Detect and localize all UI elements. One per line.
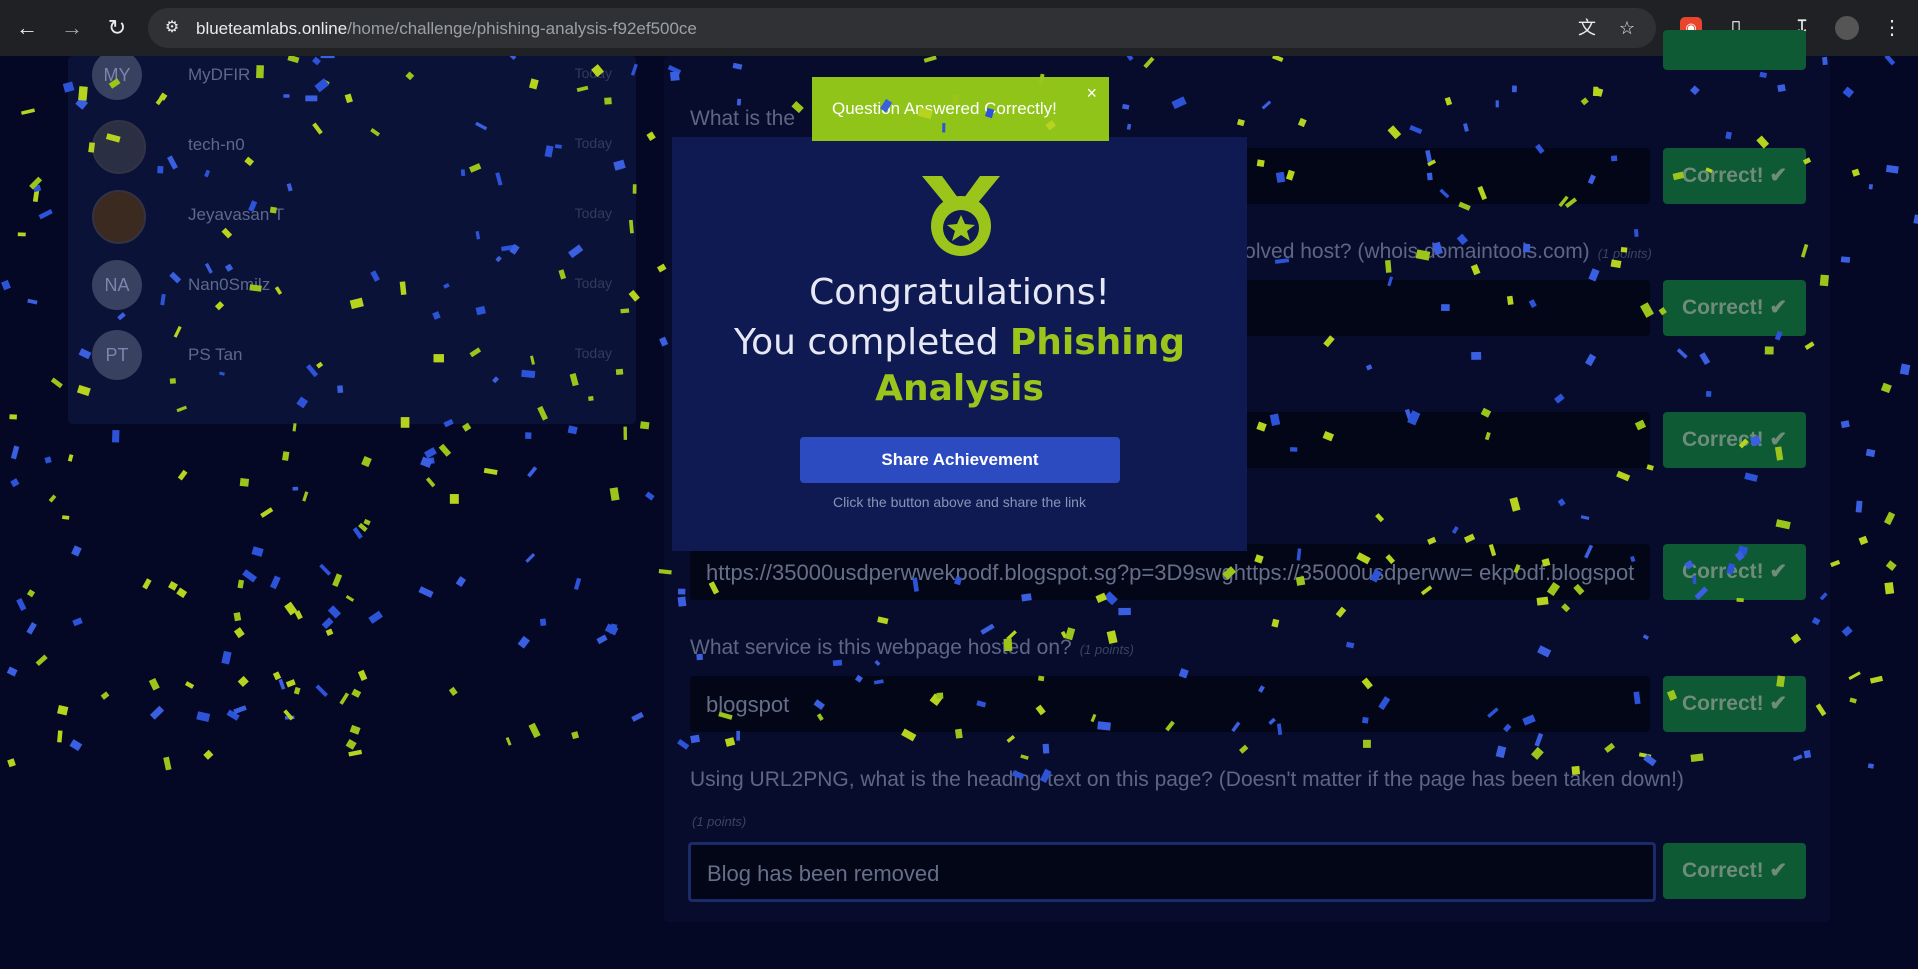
challenge-name: Phishing bbox=[1009, 322, 1186, 363]
avatar: MY bbox=[92, 56, 142, 100]
question-label: What service is this webpage hosted on? (… bbox=[690, 636, 1134, 660]
url-text: blueteamlabs.online/home/challenge/phish… bbox=[196, 19, 697, 39]
avatar: PT bbox=[92, 330, 142, 380]
question-points: (1 points) bbox=[1079, 642, 1134, 657]
correct-label: Correct! bbox=[1681, 428, 1764, 451]
correct-label: Correct! bbox=[1681, 560, 1764, 583]
correct-label: Correct! bbox=[1681, 296, 1764, 319]
answer-field[interactable]: blogspot bbox=[690, 676, 1650, 732]
question-text: What service is this webpage hosted on? bbox=[690, 636, 1072, 659]
leaderboard-row[interactable]: PT PS Tan Today bbox=[92, 330, 612, 380]
completion-date: Today bbox=[574, 65, 612, 81]
user-name: MyDFIR bbox=[188, 65, 251, 84]
leaderboard-row[interactable]: Jeyavasan T Today bbox=[92, 190, 612, 244]
challenge-name-cont: Analysis bbox=[875, 368, 1044, 409]
correct-button[interactable]: Correct! ✔ bbox=[1663, 148, 1806, 204]
question-text: Using URL2PNG, what is the heading text … bbox=[690, 768, 1684, 791]
question-points-line: (1 points) bbox=[692, 808, 746, 832]
profile-avatar[interactable] bbox=[1835, 16, 1859, 40]
completion-prefix: You completed bbox=[733, 322, 999, 363]
url-path: /home/challenge/phishing-analysis-f92ef5… bbox=[347, 19, 697, 38]
question-text: esolved host? (whois.domaintools.com) bbox=[1222, 240, 1590, 263]
correct-button[interactable]: Correct! ✔ bbox=[1663, 676, 1806, 732]
correct-label: Correct! bbox=[1681, 164, 1764, 187]
url-host: blueteamlabs.online bbox=[196, 19, 348, 38]
menu-kebab-icon[interactable]: ⋮ bbox=[1878, 14, 1906, 42]
site-info-icon[interactable]: ⚙ bbox=[162, 18, 182, 38]
question-label: esolved host? (whois.domaintools.com) (1 … bbox=[1222, 240, 1652, 264]
avatar bbox=[92, 120, 146, 174]
leaderboard-row[interactable]: NA Nan0Smilz Today bbox=[92, 260, 612, 310]
answer-value: blogspot bbox=[706, 692, 790, 717]
back-icon[interactable]: ← bbox=[13, 14, 41, 42]
question-label: Using URL2PNG, what is the heading text … bbox=[690, 768, 1684, 792]
question-text: What is the bbox=[690, 107, 796, 130]
completion-date: Today bbox=[574, 275, 612, 291]
address-bar[interactable]: ⚙ blueteamlabs.online/home/challenge/phi… bbox=[148, 8, 1656, 48]
question-label: What is the bbox=[690, 107, 795, 131]
toast-message: Question Answered Correctly! bbox=[832, 99, 1057, 118]
browser-toolbar: ← → ↻ ⚙ blueteamlabs.online/home/challen… bbox=[0, 0, 1918, 56]
bookmark-star-icon[interactable]: ☆ bbox=[1616, 17, 1638, 39]
answer-value: Blog has been removed bbox=[707, 861, 940, 886]
share-hint: Click the button above and share the lin… bbox=[833, 494, 1086, 510]
reload-icon[interactable]: ↻ bbox=[103, 14, 131, 42]
question-points: (1 points) bbox=[1597, 246, 1652, 261]
congrats-heading: Congratulations! bbox=[809, 272, 1110, 313]
close-icon[interactable]: × bbox=[1086, 83, 1097, 104]
leaderboard-card: MY MyDFIR Today tech-n0 Today Jeyavasan … bbox=[68, 56, 636, 424]
user-name: PS Tan bbox=[188, 345, 243, 364]
user-name: Nan0Smilz bbox=[188, 275, 271, 294]
answer-field[interactable]: https://35000usdperwwekpodf.blogspot.sg?… bbox=[690, 544, 1650, 600]
user-name: tech-n0 bbox=[188, 135, 245, 154]
correct-label: Correct! bbox=[1681, 692, 1764, 715]
avatar: NA bbox=[92, 260, 142, 310]
translate-icon[interactable]: 文 bbox=[1576, 17, 1598, 39]
answer-field[interactable]: Blog has been removed bbox=[688, 842, 1656, 902]
completion-date: Today bbox=[574, 345, 612, 361]
question-points: (1 points) bbox=[692, 814, 747, 829]
correct-button[interactable]: Correct! ✔ bbox=[1663, 412, 1806, 468]
correct-button[interactable]: Correct! ✔ bbox=[1663, 544, 1806, 600]
leaderboard-row[interactable]: tech-n0 Today bbox=[92, 120, 612, 174]
correct-button[interactable]: Correct! ✔ bbox=[1663, 843, 1806, 899]
leaderboard-row[interactable]: MY MyDFIR Today bbox=[92, 56, 612, 100]
correct-button[interactable] bbox=[1663, 30, 1806, 70]
forward-icon[interactable]: → bbox=[58, 14, 86, 42]
completion-date: Today bbox=[574, 205, 612, 221]
avatar bbox=[92, 190, 146, 244]
correct-button[interactable]: Correct! ✔ bbox=[1663, 280, 1806, 336]
answer-value: https://35000usdperwwekpodf.blogspot.sg?… bbox=[706, 560, 1636, 585]
medal-icon bbox=[922, 176, 1000, 256]
success-toast: Question Answered Correctly! × bbox=[812, 77, 1109, 141]
share-achievement-button[interactable]: Share Achievement bbox=[800, 437, 1120, 483]
correct-label: Correct! bbox=[1681, 859, 1764, 882]
completion-date: Today bbox=[574, 135, 612, 151]
completion-text: You completed Phishing Analysis bbox=[672, 320, 1247, 412]
user-name: Jeyavasan T bbox=[188, 205, 285, 224]
